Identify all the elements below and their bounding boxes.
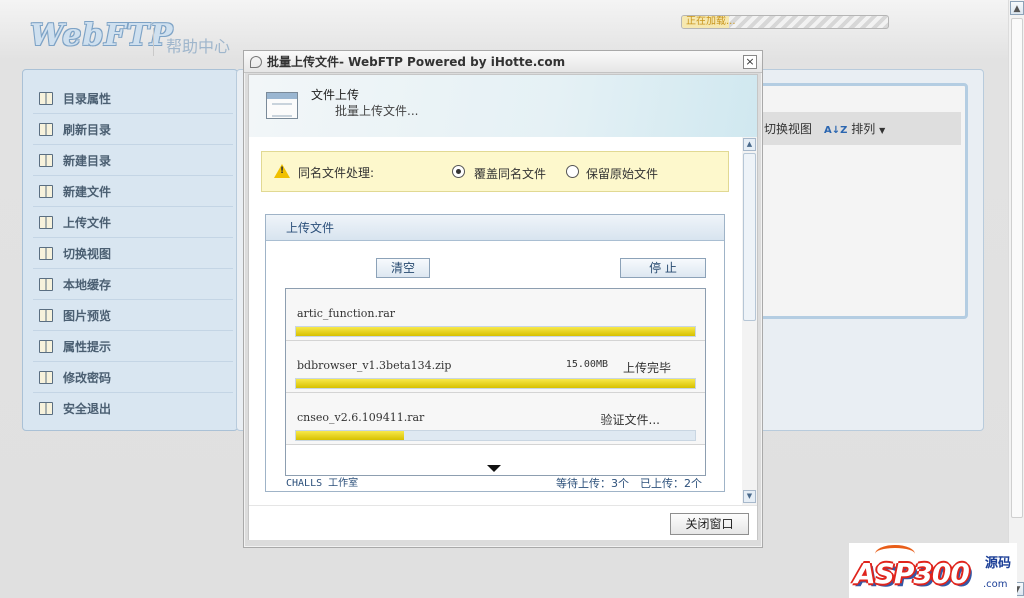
file-browser-toolbar: 切换视图 A↓Z 排列 ▼ <box>758 112 961 145</box>
sidebar-item-new-file[interactable]: 新建文件 <box>33 176 233 207</box>
upload-footer: CHALLS 工作室 等待上传：3个 已上传：2个 <box>266 475 724 492</box>
chevron-down-icon: ▼ <box>879 126 886 135</box>
overwrite-radio[interactable] <box>452 165 465 178</box>
dialog-scrollbar[interactable]: ▲ ▼ <box>742 137 757 505</box>
sidebar-item-logout[interactable]: 安全退出 <box>33 393 233 424</box>
webftp-logo: WebFTP <box>30 18 174 53</box>
sidebar-item-label: 上传文件 <box>63 215 112 230</box>
book-icon <box>39 122 53 136</box>
sidebar-item-label: 图片预览 <box>63 308 112 323</box>
book-icon <box>39 339 53 353</box>
clear-button[interactable]: 清空 <box>376 258 430 278</box>
page-scrollbar[interactable]: ▲ ▼ <box>1008 0 1024 598</box>
book-icon <box>39 153 53 167</box>
dialog-body: 文件上传 批量上传文件... ! 同名文件处理: 覆盖同名文件 保留原始文件 上… <box>248 74 758 540</box>
dialog-content: ! 同名文件处理: 覆盖同名文件 保留原始文件 上传文件 清空 停 止 arti… <box>249 137 743 527</box>
upload-panel-title: 上传文件 <box>266 215 724 241</box>
sidebar-item-directory-properties[interactable]: 目录属性 <box>33 83 233 114</box>
file-list[interactable]: artic_function.rar bdbrowser_v1.3beta134… <box>285 288 706 476</box>
sidebar-item-upload-file[interactable]: 上传文件 <box>33 207 233 238</box>
book-icon <box>39 91 53 105</box>
switch-view-button[interactable]: 切换视图 <box>764 120 812 137</box>
sidebar-item-label: 目录属性 <box>63 91 112 106</box>
book-icon <box>39 402 53 415</box>
file-size: 15.00MB <box>565 359 608 370</box>
file-status: 验证文件... <box>600 413 660 427</box>
more-arrow-icon[interactable] <box>487 465 501 472</box>
dialog-header: 文件上传 批量上传文件... <box>249 75 757 137</box>
sort-button[interactable]: A↓Z 排列 ▼ <box>824 120 885 137</box>
overwrite-label[interactable]: 覆盖同名文件 <box>474 165 546 182</box>
list-item: cnseo_v2.6.109411.rar 验证文件... <box>286 393 705 445</box>
sidebar-item-new-directory[interactable]: 新建目录 <box>33 145 233 176</box>
asp300-watermark: ASP300 源码 .com <box>849 543 1017 598</box>
dialog-title: 批量上传文件- WebFTP Powered by iHotte.com <box>267 55 566 69</box>
upload-panel: 上传文件 清空 停 止 artic_function.rar bdbrowser… <box>265 214 725 492</box>
sidebar-item-change-password[interactable]: 修改密码 <box>33 362 233 393</box>
file-progress-fill <box>296 379 695 388</box>
sidebar-item-label: 属性提示 <box>63 339 112 354</box>
list-item: artic_function.rar <box>286 289 705 341</box>
keep-original-radio[interactable] <box>566 165 579 178</box>
sidebar-item-property-tips[interactable]: 属性提示 <box>33 331 233 362</box>
loading-progress-bar: 正在加载... <box>681 15 889 29</box>
book-icon <box>39 308 53 322</box>
watermark-subtext: 源码 <box>985 556 1012 571</box>
file-status: 上传完毕 <box>622 361 671 375</box>
sidebar-item-label: 刷新目录 <box>63 122 112 137</box>
book-icon <box>39 184 53 198</box>
dialog-scrollbar-thumb[interactable] <box>743 153 756 321</box>
book-icon <box>39 370 53 384</box>
studio-credit: CHALLS 工作室 <box>286 478 359 489</box>
speech-bubble-icon <box>250 55 262 68</box>
watermark-domain: .com <box>983 579 1008 590</box>
sidebar-item-switch-view[interactable]: 切换视图 <box>33 238 233 269</box>
sidebar-item-refresh-directory[interactable]: 刷新目录 <box>33 114 233 145</box>
sort-label: 排列 <box>851 122 876 136</box>
close-icon[interactable]: × <box>743 55 757 69</box>
stop-button[interactable]: 停 止 <box>620 258 706 278</box>
sidebar-item-label: 安全退出 <box>63 402 112 416</box>
sidebar-item-image-preview[interactable]: 图片预览 <box>33 300 233 331</box>
dialog-header-subtitle: 批量上传文件... <box>335 104 419 118</box>
dialog-title-bar[interactable]: 批量上传文件- WebFTP Powered by iHotte.com × <box>244 51 762 73</box>
sort-az-icon: A↓Z <box>824 125 848 136</box>
file-progress-fill <box>296 327 695 336</box>
scroll-up-icon[interactable]: ▲ <box>743 138 756 151</box>
conflict-label: 同名文件处理: <box>298 166 375 180</box>
dialog-header-title: 文件上传 <box>311 88 360 102</box>
warning-icon: ! <box>274 164 290 178</box>
help-center-link[interactable]: 帮助中心 <box>153 28 230 56</box>
loading-text: 正在加载... <box>686 16 736 27</box>
scroll-down-icon[interactable]: ▼ <box>743 490 756 503</box>
conflict-options-box: ! 同名文件处理: 覆盖同名文件 保留原始文件 <box>261 151 729 192</box>
scroll-up-icon[interactable]: ▲ <box>1010 1 1024 15</box>
sidebar-item-label: 修改密码 <box>63 370 112 385</box>
window-icon <box>266 92 298 119</box>
file-progress-fill <box>296 431 404 440</box>
file-progress-bar <box>295 430 696 441</box>
file-progress-bar <box>295 326 696 337</box>
list-item: bdbrowser_v1.3beta134.zip 15.00MB 上传完毕 <box>286 341 705 393</box>
file-name: bdbrowser_v1.3beta134.zip <box>297 359 452 372</box>
page-scrollbar-thumb[interactable] <box>1011 18 1023 518</box>
sidebar-item-label: 新建文件 <box>63 184 112 199</box>
book-icon <box>39 277 53 291</box>
book-icon <box>39 246 53 260</box>
sidebar-item-label: 本地缓存 <box>63 277 112 292</box>
book-icon <box>39 215 53 229</box>
keep-original-label[interactable]: 保留原始文件 <box>586 165 658 182</box>
sidebar-item-label: 切换视图 <box>63 246 112 261</box>
sidebar-item-local-cache[interactable]: 本地缓存 <box>33 269 233 300</box>
file-name: artic_function.rar <box>297 307 396 320</box>
file-name: cnseo_v2.6.109411.rar <box>297 411 425 424</box>
close-window-button[interactable]: 关闭窗口 <box>670 513 749 535</box>
watermark-logo-text: ASP300 <box>854 557 970 590</box>
sidebar: 目录属性 刷新目录 新建目录 新建文件 上传文件 切换视图 本地缓存 图片预览 … <box>22 69 238 431</box>
sidebar-item-label: 新建目录 <box>63 153 112 168</box>
file-progress-bar <box>295 378 696 389</box>
batch-upload-dialog: 批量上传文件- WebFTP Powered by iHotte.com × 文… <box>243 50 763 548</box>
dialog-footer: 关闭窗口 <box>249 505 757 540</box>
upload-counts: 等待上传：3个 已上传：2个 <box>556 477 702 490</box>
